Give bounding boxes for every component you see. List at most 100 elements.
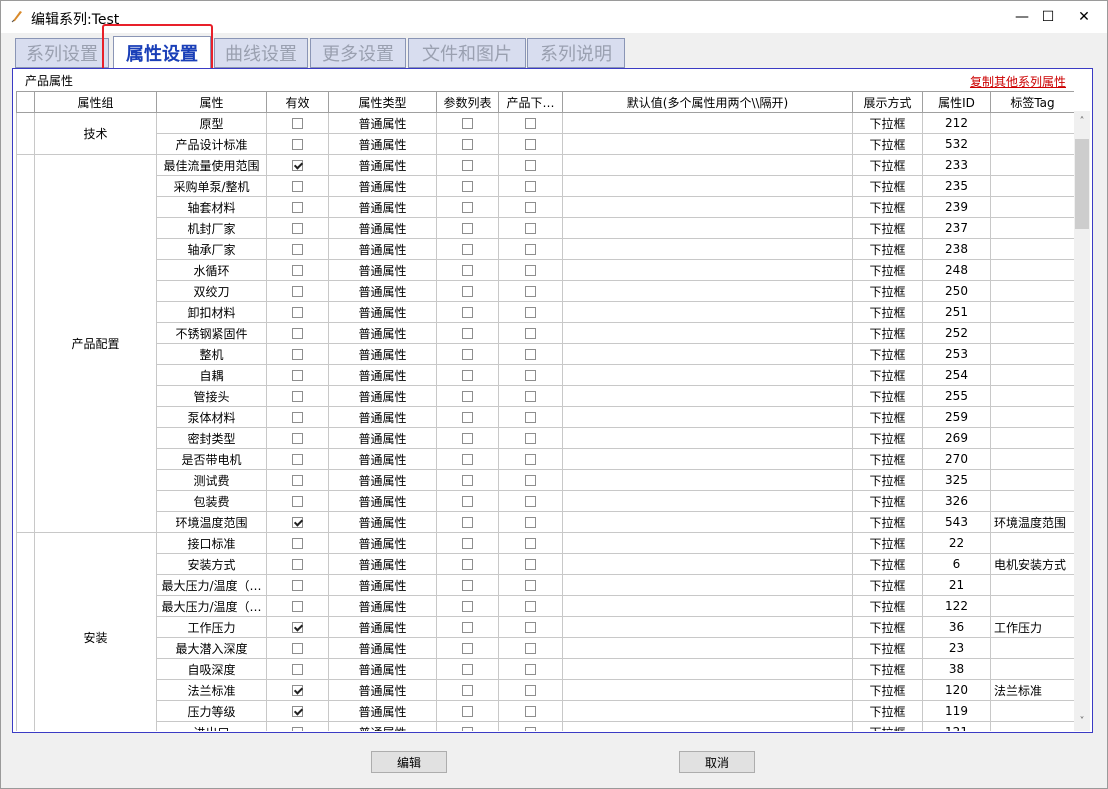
valid-checkbox[interactable] — [292, 307, 303, 318]
table-row[interactable]: 法兰标准 普通属性 下拉框 120 法兰标准 — [17, 679, 1074, 701]
type-cell[interactable]: 普通属性 — [328, 301, 437, 323]
product-checkbox[interactable] — [525, 454, 536, 465]
table-row[interactable]: 安装方式 普通属性 下拉框 6 电机安装方式 — [17, 553, 1074, 575]
param-list-checkbox[interactable] — [462, 265, 473, 276]
tag-cell[interactable] — [990, 427, 1074, 449]
row-selector[interactable] — [16, 532, 35, 731]
default-cell[interactable] — [562, 553, 853, 575]
default-cell[interactable] — [562, 217, 853, 239]
type-cell[interactable]: 普通属性 — [328, 406, 437, 428]
valid-checkbox[interactable] — [292, 538, 303, 549]
display-cell[interactable]: 下拉框 — [852, 490, 923, 512]
scroll-up-icon[interactable]: ˄ — [1074, 113, 1090, 129]
product-checkbox[interactable] — [525, 475, 536, 486]
tag-cell[interactable] — [990, 112, 1074, 134]
valid-checkbox[interactable] — [292, 349, 303, 360]
default-cell[interactable] — [562, 385, 853, 407]
table-row[interactable]: 自吸深度 普通属性 下拉框 38 — [17, 658, 1074, 680]
product-checkbox[interactable] — [525, 517, 536, 528]
attribute-cell[interactable]: 接口标准 — [156, 532, 267, 554]
copy-other-series-link[interactable]: 复制其他系列属性 — [970, 73, 1066, 90]
product-checkbox[interactable] — [525, 286, 536, 297]
table-row[interactable]: 机封厂家 普通属性 下拉框 237 — [17, 217, 1074, 239]
table-row[interactable]: 压力等级 普通属性 下拉框 119 — [17, 700, 1074, 722]
row-selector[interactable] — [16, 112, 35, 155]
type-cell[interactable]: 普通属性 — [328, 721, 437, 731]
valid-checkbox[interactable] — [292, 370, 303, 381]
attribute-cell[interactable]: 密封类型 — [156, 427, 267, 449]
type-cell[interactable]: 普通属性 — [328, 637, 437, 659]
product-checkbox[interactable] — [525, 643, 536, 654]
attribute-cell[interactable]: 最大压力/温度（… — [156, 595, 267, 617]
attribute-cell[interactable]: 轴套材料 — [156, 196, 267, 218]
param-list-checkbox[interactable] — [462, 454, 473, 465]
table-row[interactable]: 双绞刀 普通属性 下拉框 250 — [17, 280, 1074, 302]
scroll-thumb[interactable] — [1075, 139, 1089, 229]
valid-checkbox[interactable] — [292, 139, 303, 150]
product-checkbox[interactable] — [525, 139, 536, 150]
tag-cell[interactable] — [990, 322, 1074, 344]
attribute-cell[interactable]: 包装费 — [156, 490, 267, 512]
product-checkbox[interactable] — [525, 496, 536, 507]
tag-cell[interactable]: 电机安装方式 — [990, 553, 1074, 575]
display-cell[interactable]: 下拉框 — [852, 133, 923, 155]
product-checkbox[interactable] — [525, 265, 536, 276]
default-cell[interactable] — [562, 406, 853, 428]
edit-button[interactable]: 编辑 — [371, 751, 447, 773]
product-checkbox[interactable] — [525, 118, 536, 129]
display-cell[interactable]: 下拉框 — [852, 679, 923, 701]
default-cell[interactable] — [562, 259, 853, 281]
table-row[interactable]: 整机 普通属性 下拉框 253 — [17, 343, 1074, 365]
attribute-cell[interactable]: 安装方式 — [156, 553, 267, 575]
attribute-cell[interactable]: 最大压力/温度（… — [156, 574, 267, 596]
product-checkbox[interactable] — [525, 160, 536, 171]
type-cell[interactable]: 普通属性 — [328, 700, 437, 722]
col-header-default[interactable]: 默认值(多个属性用两个\\隔开) — [562, 91, 853, 113]
type-cell[interactable]: 普通属性 — [328, 280, 437, 302]
product-checkbox[interactable] — [525, 202, 536, 213]
product-checkbox[interactable] — [525, 538, 536, 549]
product-checkbox[interactable] — [525, 307, 536, 318]
table-row[interactable]: 是否带电机 普通属性 下拉框 270 — [17, 448, 1074, 470]
type-cell[interactable]: 普通属性 — [328, 217, 437, 239]
type-cell[interactable]: 普通属性 — [328, 112, 437, 134]
product-checkbox[interactable] — [525, 244, 536, 255]
param-list-checkbox[interactable] — [462, 223, 473, 234]
default-cell[interactable] — [562, 532, 853, 554]
tag-cell[interactable] — [990, 448, 1074, 470]
tag-cell[interactable] — [990, 175, 1074, 197]
display-cell[interactable]: 下拉框 — [852, 658, 923, 680]
valid-checkbox[interactable] — [292, 202, 303, 213]
attribute-cell[interactable]: 压力等级 — [156, 700, 267, 722]
type-cell[interactable]: 普通属性 — [328, 490, 437, 512]
param-list-checkbox[interactable] — [462, 706, 473, 717]
default-cell[interactable] — [562, 679, 853, 701]
table-row[interactable]: 泵体材料 普通属性 下拉框 259 — [17, 406, 1074, 428]
attribute-cell[interactable]: 管接头 — [156, 385, 267, 407]
display-cell[interactable]: 下拉框 — [852, 196, 923, 218]
display-cell[interactable]: 下拉框 — [852, 217, 923, 239]
valid-checkbox[interactable] — [292, 118, 303, 129]
attribute-cell[interactable]: 测试费 — [156, 469, 267, 491]
table-row[interactable]: 轴承厂家 普通属性 下拉框 238 — [17, 238, 1074, 260]
table-row[interactable]: 管接头 普通属性 下拉框 255 — [17, 385, 1074, 407]
param-list-checkbox[interactable] — [462, 559, 473, 570]
attribute-cell[interactable]: 自吸深度 — [156, 658, 267, 680]
display-cell[interactable]: 下拉框 — [852, 616, 923, 638]
col-header-id[interactable]: 属性ID — [922, 91, 991, 113]
valid-checkbox[interactable] — [292, 664, 303, 675]
product-checkbox[interactable] — [525, 706, 536, 717]
display-cell[interactable]: 下拉框 — [852, 280, 923, 302]
tag-cell[interactable]: 环境温度范围 — [990, 511, 1074, 533]
product-checkbox[interactable] — [525, 664, 536, 675]
valid-checkbox[interactable] — [292, 160, 303, 171]
type-cell[interactable]: 普通属性 — [328, 553, 437, 575]
tag-cell[interactable] — [990, 280, 1074, 302]
param-list-checkbox[interactable] — [462, 391, 473, 402]
type-cell[interactable]: 普通属性 — [328, 364, 437, 386]
table-row[interactable]: 密封类型 普通属性 下拉框 269 — [17, 427, 1074, 449]
tab-curve-settings[interactable]: 曲线设置 — [214, 38, 308, 68]
attribute-cell[interactable]: 法兰标准 — [156, 679, 267, 701]
type-cell[interactable]: 普通属性 — [328, 175, 437, 197]
valid-checkbox[interactable] — [292, 727, 303, 731]
